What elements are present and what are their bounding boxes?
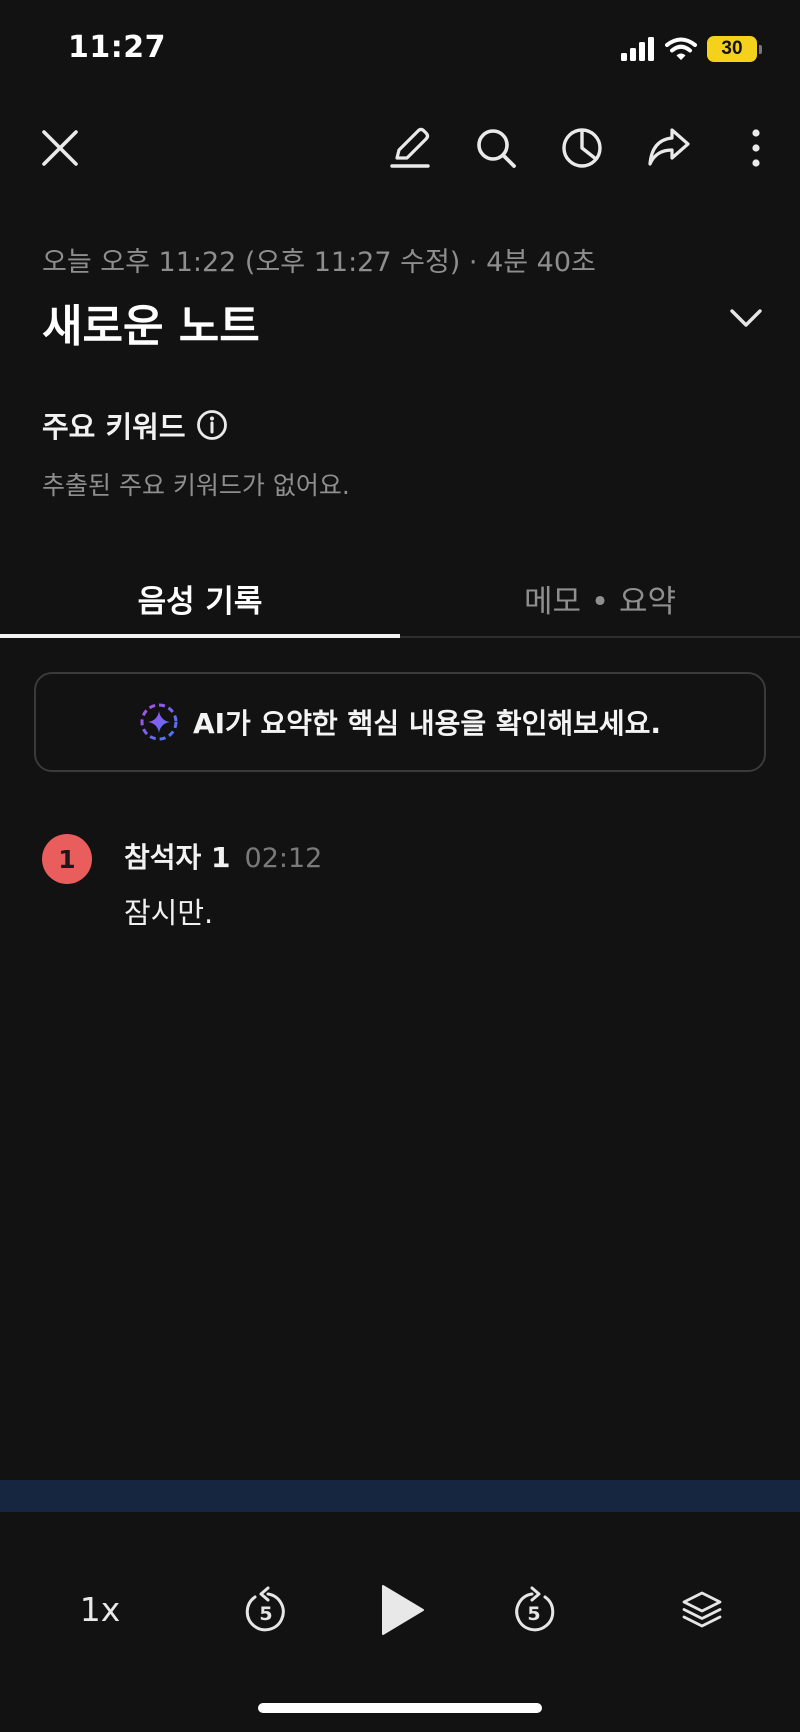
tab-memo-summary[interactable]: 메모 • 요약 <box>400 560 800 636</box>
speaker-name: 참석자 1 <box>124 841 231 874</box>
status-bar: 11:27 30 <box>0 0 800 100</box>
pie-chart-icon <box>562 128 602 168</box>
layers-icon <box>682 1591 722 1628</box>
battery-icon: 30 <box>707 36 757 62</box>
rewind-5-icon: 5 <box>245 1586 285 1632</box>
battery-level: 30 <box>721 38 743 59</box>
entry-timestamp[interactable]: 02:12 <box>245 843 323 874</box>
speaker-avatar: 1 <box>42 834 92 884</box>
keywords-section-title: 주요 키워드 <box>42 404 228 446</box>
status-icons: 30 <box>621 36 762 62</box>
active-tab-indicator <box>0 634 400 638</box>
playback-speed-button[interactable]: 1x <box>72 1572 128 1646</box>
statistics-button[interactable] <box>550 116 614 180</box>
tab-voice-record[interactable]: 음성 기록 <box>0 560 400 636</box>
top-toolbar <box>0 116 800 180</box>
playback-controls: 1x 5 5 <box>0 1512 800 1732</box>
note-title: 새로운 노트 <box>42 301 260 352</box>
status-time: 11:27 <box>68 30 166 65</box>
search-button[interactable] <box>464 116 528 180</box>
expand-details-button[interactable] <box>716 290 776 346</box>
info-icon[interactable] <box>196 409 228 441</box>
layers-button[interactable] <box>662 1570 742 1650</box>
chevron-down-icon <box>730 309 762 327</box>
tab-bar: 음성 기록 메모 • 요약 <box>0 560 800 638</box>
ai-banner-text: AI가 요약한 핵심 내용을 확인해보세요. <box>192 707 662 740</box>
ai-summary-banner[interactable]: AI가 요약한 핵심 내용을 확인해보세요. <box>34 672 766 772</box>
share-arrow-icon <box>648 128 690 166</box>
home-indicator[interactable] <box>258 1703 542 1713</box>
close-icon <box>42 130 78 166</box>
play-icon <box>382 1585 424 1635</box>
keywords-heading: 주요 키워드 <box>42 410 186 444</box>
forward-seconds: 5 <box>527 1603 540 1625</box>
keywords-empty-text: 추출된 주요 키워드가 없어요. <box>42 471 350 500</box>
battery-tip <box>759 44 762 54</box>
forward-5-icon: 5 <box>515 1586 555 1632</box>
speaker-row: 참석자 1 02:12 <box>124 836 322 876</box>
ai-sparkle-icon <box>140 703 178 741</box>
close-button[interactable] <box>28 116 92 180</box>
playback-progress-bar[interactable] <box>0 1480 800 1512</box>
search-icon <box>477 129 516 168</box>
rewind-seconds: 5 <box>259 1603 272 1625</box>
utterance-text: 잠시만. <box>124 896 214 930</box>
edit-button[interactable] <box>378 116 442 180</box>
more-options-button[interactable] <box>724 116 788 180</box>
play-button[interactable] <box>362 1570 442 1650</box>
rewind-button[interactable]: 5 <box>226 1570 306 1650</box>
cellular-signal-icon <box>621 37 654 61</box>
share-button[interactable] <box>637 116 701 180</box>
note-meta: 오늘 오후 11:22 (오후 11:27 수정) · 4분 40초 <box>42 247 596 278</box>
more-vertical-icon <box>752 129 760 167</box>
wifi-icon <box>665 37 697 60</box>
note-detail-screen: 11:27 30 오늘 오후 11:22 (오후 11:27 수정) · 4분 … <box>0 0 800 1732</box>
edit-pencil-icon <box>390 127 430 168</box>
forward-button[interactable]: 5 <box>494 1570 574 1650</box>
